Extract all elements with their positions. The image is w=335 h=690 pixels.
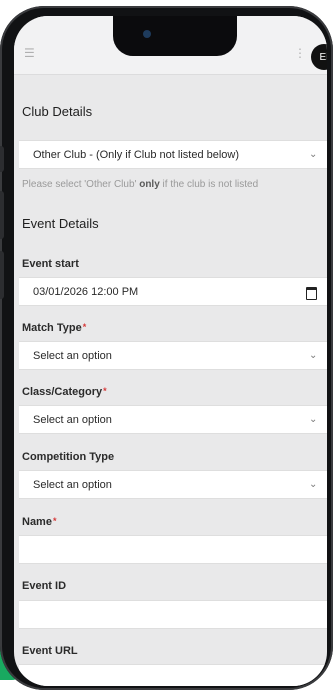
phone-screen: ☰ ⋮ Ei Club Details Other Club - (Only i… [14,16,327,686]
event-url-label: Event URL [22,645,78,657]
camera-icon [143,30,151,38]
match-type-value: Select an option [33,349,112,362]
avatar[interactable]: Ei [311,44,327,70]
chevron-down-icon: ⌄ [309,350,318,361]
club-select[interactable]: Other Club - (Only if Club not listed be… [19,140,327,169]
match-type-label: Match Type* [22,322,87,334]
event-start-value: 03/01/2026 12:00 PM [33,285,139,298]
chevron-down-icon: ⌄ [309,414,318,425]
event-start-input[interactable]: 03/01/2026 12:00 PM [19,277,327,306]
event-id-input[interactable] [19,600,327,629]
phone-frame: ☰ ⋮ Ei Club Details Other Club - (Only i… [0,6,333,690]
more-icon[interactable]: ⋮ [294,46,306,60]
chevron-down-icon: ⌄ [309,149,318,160]
match-type-select[interactable]: Select an option ⌄ [19,341,327,370]
event-url-input[interactable] [19,664,327,686]
phone-notch [113,16,237,56]
event-start-label: Event start [22,258,79,270]
chevron-down-icon: ⌄ [309,479,318,490]
section-title-club-details: Club Details [22,104,93,119]
class-category-label: Class/Category* [22,386,107,398]
section-title-event-details: Event Details [22,216,99,231]
class-category-select[interactable]: Select an option ⌄ [19,405,327,434]
club-help-text: Please select 'Other Club' only if the c… [22,179,259,190]
phone-volume-down [0,251,4,299]
calendar-icon[interactable] [306,287,317,300]
competition-type-value: Select an option [33,478,112,491]
event-id-label: Event ID [22,580,67,592]
phone-volume-up [0,191,4,239]
name-label: Name* [22,516,57,528]
competition-type-label: Competition Type [22,451,115,463]
phone-side-button [0,146,4,172]
club-select-value: Other Club - (Only if Club not listed be… [33,148,240,161]
class-category-value: Select an option [33,413,112,426]
menu-icon[interactable]: ☰ [24,46,35,60]
name-input[interactable] [19,535,327,564]
competition-type-select[interactable]: Select an option ⌄ [19,470,327,499]
